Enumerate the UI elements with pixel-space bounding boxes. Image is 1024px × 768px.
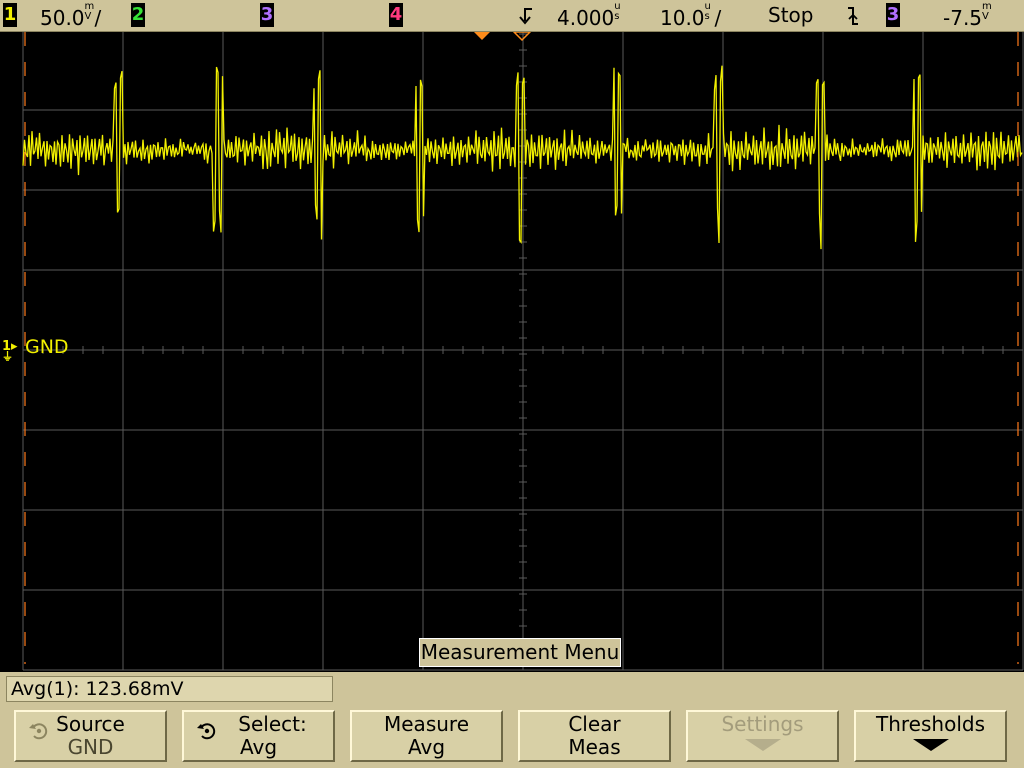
channel-1-label: 1: [3, 4, 17, 25]
measure-softkey[interactable]: Measure Avg: [350, 710, 503, 762]
channel-4-indicator[interactable]: 4: [389, 3, 403, 27]
settings-softkey[interactable]: Settings: [686, 710, 839, 762]
run-state: Stop: [768, 3, 814, 27]
softkey-panel: Avg(1): 123.68mV Source GND Select: Avg …: [0, 672, 1024, 768]
menu-title: Measurement Menu: [419, 638, 621, 667]
rotary-knob-icon: [29, 723, 48, 740]
down-arrow-icon: [912, 739, 949, 751]
channel-1-indicator[interactable]: 1: [3, 3, 17, 27]
delay-reference-marker: [512, 32, 532, 42]
source-softkey[interactable]: Source GND: [14, 710, 167, 762]
ground-marker[interactable]: 1▸ ⏚: [2, 339, 18, 370]
channel-2-label: 2: [131, 4, 145, 25]
channel-4-label: 4: [389, 4, 403, 25]
horizontal-delay: 4.000u s: [557, 1, 621, 31]
channel-2-indicator[interactable]: 2: [131, 3, 145, 27]
graticule-grid: [22, 32, 1024, 671]
down-arrow-icon: [744, 739, 781, 751]
waveform-graticule: [22, 32, 1024, 671]
trigger-source-indicator[interactable]: 3: [886, 3, 900, 27]
delay-icon: [516, 6, 534, 33]
channel-3-indicator[interactable]: 3: [260, 3, 274, 27]
measurement-readout: Avg(1): 123.68mV: [6, 676, 333, 702]
trigger-level: -7.5m V: [943, 1, 992, 31]
falling-edge-icon: [846, 6, 860, 33]
thresholds-softkey[interactable]: Thresholds: [854, 710, 1007, 762]
waveform-display[interactable]: 1▸ ⏚ GND Measurement Menu: [0, 32, 1024, 672]
rotary-knob-icon: [197, 723, 216, 740]
trigger-position-marker: [474, 32, 490, 40]
ground-label: GND: [25, 336, 69, 358]
status-bar: 1 50.0m V/ 2 3 4 4.000u s 10.0u s / Stop 3 -…: [0, 0, 1024, 32]
channel-1-scale: 50.0m V /: [40, 1, 102, 31]
trigger-source-label: 3: [886, 4, 900, 25]
timebase-scale: 10.0u s /: [660, 1, 722, 31]
channel-3-label: 3: [260, 4, 274, 25]
select-softkey[interactable]: Select: Avg: [182, 710, 335, 762]
clear-meas-softkey[interactable]: Clear Meas: [518, 710, 671, 762]
